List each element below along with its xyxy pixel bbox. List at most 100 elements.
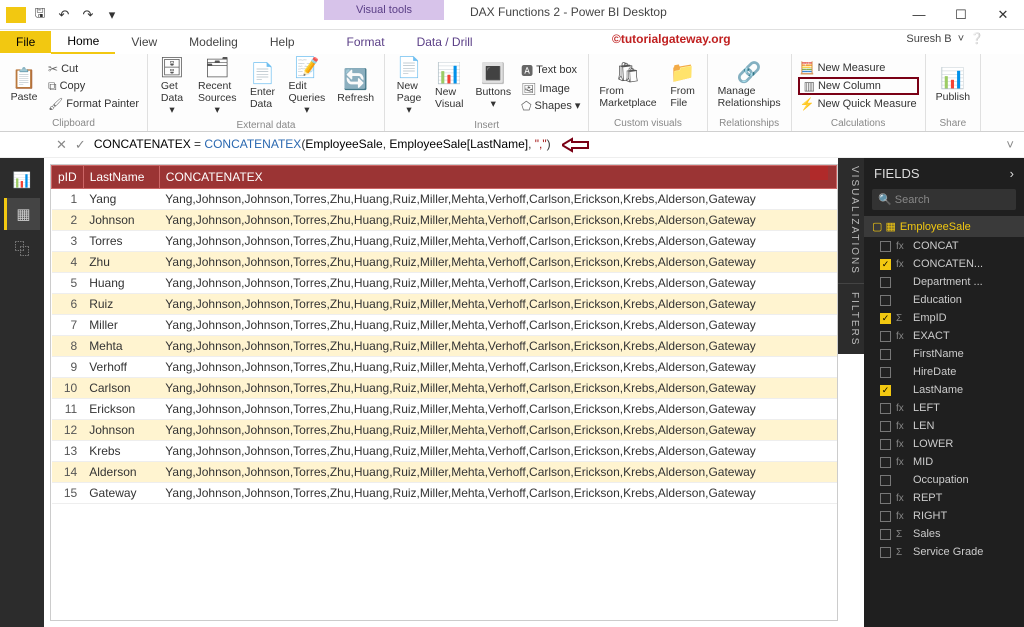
image-button[interactable]: 🖼Image: [519, 81, 582, 97]
formula-bar[interactable]: ✕ ✓ CONCATENATEX = CONCATENATEX(Employee…: [0, 132, 1024, 158]
field-checkbox[interactable]: [880, 295, 891, 306]
field-checkbox[interactable]: ✓: [880, 385, 891, 396]
field-item[interactable]: fxLEFT: [864, 399, 1024, 417]
table-row[interactable]: 6RuizYang,Johnson,Johnson,Torres,Zhu,Hua…: [52, 294, 837, 315]
close-button[interactable]: ✕: [982, 0, 1024, 30]
field-item[interactable]: Education: [864, 291, 1024, 309]
signed-in-user[interactable]: Suresh B ˅ ❔: [906, 32, 984, 45]
col-concatenatex[interactable]: CONCATENATEX: [159, 166, 836, 189]
field-item[interactable]: ✓fxCONCATEN...: [864, 255, 1024, 273]
format-painter-button[interactable]: 🖌Format Painter: [46, 96, 141, 112]
field-checkbox[interactable]: [880, 493, 891, 504]
field-item[interactable]: ✓ΣEmpID: [864, 309, 1024, 327]
fields-search-input[interactable]: 🔍 Search: [872, 189, 1016, 210]
new-visual-button[interactable]: 📊New Visual: [431, 62, 467, 112]
table-row[interactable]: 12JohnsonYang,Johnson,Johnson,Torres,Zhu…: [52, 420, 837, 441]
publish-button[interactable]: 📊Publish: [932, 67, 974, 105]
table-row[interactable]: 4ZhuYang,Johnson,Johnson,Torres,Zhu,Huan…: [52, 252, 837, 273]
field-item[interactable]: fxMID: [864, 453, 1024, 471]
field-item[interactable]: fxRIGHT: [864, 507, 1024, 525]
from-marketplace-button[interactable]: 🛍From Marketplace: [595, 61, 660, 111]
field-item[interactable]: fxCONCAT: [864, 237, 1024, 255]
field-checkbox[interactable]: [880, 331, 891, 342]
tab-help[interactable]: Help: [254, 31, 311, 53]
field-item[interactable]: fxLOWER: [864, 435, 1024, 453]
tab-format[interactable]: Format: [331, 31, 401, 53]
table-row[interactable]: 14AldersonYang,Johnson,Johnson,Torres,Zh…: [52, 462, 837, 483]
redo-icon[interactable]: ↷: [78, 7, 98, 23]
fields-table-name[interactable]: ▢ ▦ EmployeeSale: [864, 216, 1024, 237]
enter-data-button[interactable]: 📄Enter Data: [245, 62, 281, 112]
cut-button[interactable]: ✂Cut: [46, 61, 141, 77]
tab-file[interactable]: File: [0, 31, 51, 53]
textbox-button[interactable]: 🅰Text box: [519, 61, 582, 80]
col-id[interactable]: pID: [52, 166, 84, 189]
field-checkbox[interactable]: ✓: [880, 313, 891, 324]
new-page-button[interactable]: 📄New Page▾: [391, 56, 427, 118]
table-row[interactable]: 11EricksonYang,Johnson,Johnson,Torres,Zh…: [52, 399, 837, 420]
from-file-button[interactable]: 📁From File: [665, 61, 701, 111]
field-checkbox[interactable]: [880, 277, 891, 288]
undo-icon[interactable]: ↶: [54, 7, 74, 23]
field-checkbox[interactable]: [880, 241, 891, 252]
refresh-button[interactable]: 🔄Refresh: [333, 68, 378, 106]
field-checkbox[interactable]: [880, 403, 891, 414]
col-lastname[interactable]: LastName: [83, 166, 159, 189]
field-checkbox[interactable]: [880, 511, 891, 522]
table-row[interactable]: 9VerhoffYang,Johnson,Johnson,Torres,Zhu,…: [52, 357, 837, 378]
field-item[interactable]: Occupation: [864, 471, 1024, 489]
table-row[interactable]: 7MillerYang,Johnson,Johnson,Torres,Zhu,H…: [52, 315, 837, 336]
minimize-button[interactable]: —: [898, 0, 940, 30]
field-item[interactable]: HireDate: [864, 363, 1024, 381]
field-item[interactable]: ΣService Grade: [864, 543, 1024, 561]
table-row[interactable]: 5HuangYang,Johnson,Johnson,Torres,Zhu,Hu…: [52, 273, 837, 294]
formula-expand-icon[interactable]: ˅: [1006, 137, 1014, 152]
table-row[interactable]: 2JohnsonYang,Johnson,Johnson,Torres,Zhu,…: [52, 210, 837, 231]
paste-button[interactable]: 📋Paste: [6, 67, 42, 105]
qat-dropdown-icon[interactable]: ▾: [102, 7, 122, 23]
new-quick-measure-button[interactable]: ⚡New Quick Measure: [798, 96, 919, 112]
model-view-icon[interactable]: ⿻: [4, 232, 40, 264]
formula-commit-icon[interactable]: ✓: [75, 137, 86, 153]
table-row[interactable]: 3TorresYang,Johnson,Johnson,Torres,Zhu,H…: [52, 231, 837, 252]
field-checkbox[interactable]: [880, 547, 891, 558]
field-checkbox[interactable]: [880, 475, 891, 486]
fields-collapse-icon[interactable]: ›: [1010, 166, 1014, 181]
field-checkbox[interactable]: [880, 421, 891, 432]
recent-sources-button[interactable]: 🗂Recent Sources▾: [194, 56, 241, 118]
get-data-button[interactable]: 🗄Get Data▾: [154, 56, 190, 118]
data-table[interactable]: pID LastName CONCATENATEX 1YangYang,John…: [51, 165, 837, 504]
field-item[interactable]: fxLEN: [864, 417, 1024, 435]
tab-data-drill[interactable]: Data / Drill: [401, 31, 489, 53]
tab-modeling[interactable]: Modeling: [173, 31, 254, 53]
field-checkbox[interactable]: [880, 367, 891, 378]
focus-mode-icon[interactable]: [810, 166, 828, 180]
field-checkbox[interactable]: [880, 439, 891, 450]
field-item[interactable]: FirstName: [864, 345, 1024, 363]
visualizations-pane-collapsed[interactable]: VISUALIZATIONS: [838, 158, 864, 283]
field-checkbox[interactable]: [880, 457, 891, 468]
buttons-button[interactable]: 🔳Buttons▾: [471, 62, 515, 112]
table-row[interactable]: 10CarlsonYang,Johnson,Johnson,Torres,Zhu…: [52, 378, 837, 399]
field-item[interactable]: fxREPT: [864, 489, 1024, 507]
table-row[interactable]: 15GatewayYang,Johnson,Johnson,Torres,Zhu…: [52, 483, 837, 504]
field-item[interactable]: ΣSales: [864, 525, 1024, 543]
edit-queries-button[interactable]: 📝Edit Queries▾: [285, 56, 330, 118]
new-measure-button[interactable]: 🧮New Measure: [798, 60, 919, 76]
field-checkbox[interactable]: [880, 349, 891, 360]
field-item[interactable]: ✓LastName: [864, 381, 1024, 399]
field-checkbox[interactable]: [880, 529, 891, 540]
new-column-button[interactable]: ▥New Column: [798, 77, 919, 95]
table-row[interactable]: 1YangYang,Johnson,Johnson,Torres,Zhu,Hua…: [52, 189, 837, 210]
shapes-button[interactable]: ⬠Shapes ▾: [519, 98, 582, 114]
formula-text[interactable]: CONCATENATEX = CONCATENATEX(EmployeeSale…: [94, 137, 999, 153]
table-row[interactable]: 8MehtaYang,Johnson,Johnson,Torres,Zhu,Hu…: [52, 336, 837, 357]
save-icon[interactable]: 🖫: [30, 4, 50, 26]
field-item[interactable]: Department ...: [864, 273, 1024, 291]
tab-home[interactable]: Home: [51, 30, 115, 54]
copy-button[interactable]: ⧉Copy: [46, 78, 141, 95]
manage-relationships-button[interactable]: 🔗Manage Relationships: [714, 61, 785, 111]
tab-view[interactable]: View: [115, 31, 173, 53]
table-row[interactable]: 13KrebsYang,Johnson,Johnson,Torres,Zhu,H…: [52, 441, 837, 462]
maximize-button[interactable]: ☐: [940, 0, 982, 30]
